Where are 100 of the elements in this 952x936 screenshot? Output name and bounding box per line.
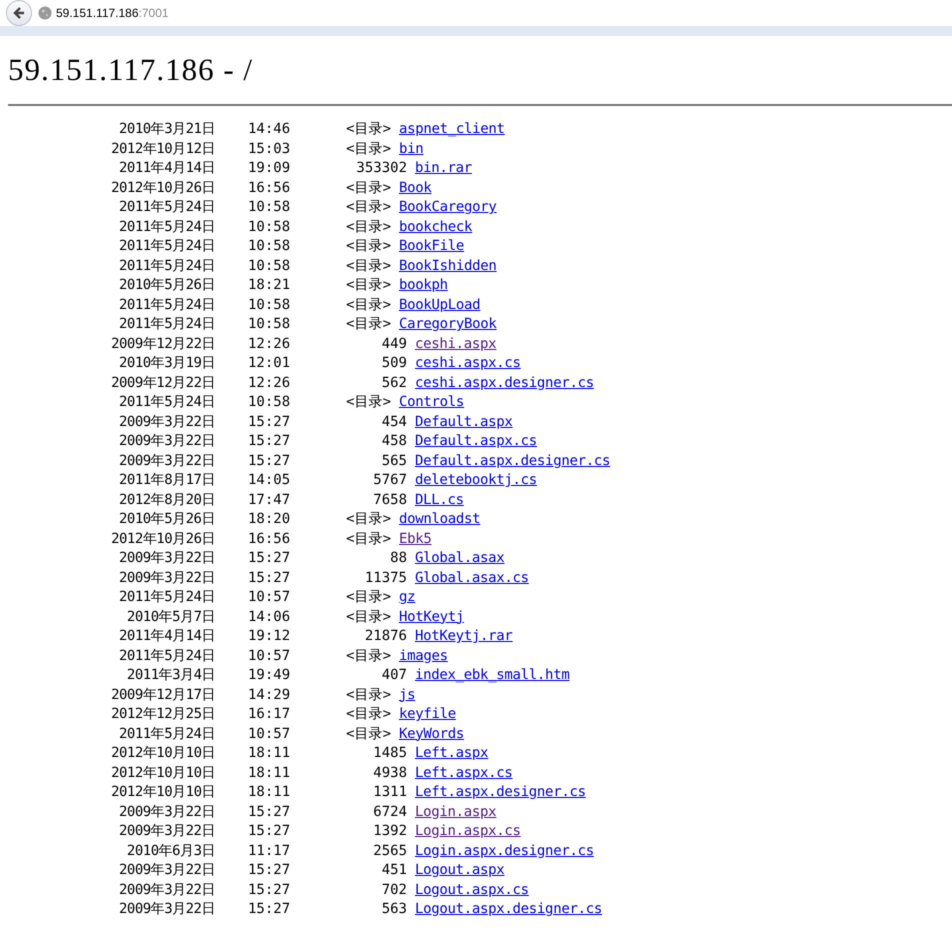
file-link[interactable]: Left.aspx	[415, 744, 488, 764]
date-text: 2010年5月26日	[118, 276, 215, 295]
file-link[interactable]: deletebooktj.cs	[415, 471, 537, 490]
time-text: 14:29	[248, 686, 288, 704]
date-text: 2012年12月25日	[110, 705, 215, 724]
file-link[interactable]: js	[399, 686, 416, 705]
file-link[interactable]: DLL.cs	[415, 490, 464, 510]
date-text: 2011年3月4日	[126, 666, 215, 685]
directory-tag: <目录>	[346, 510, 391, 530]
file-link[interactable]: BookUpLoad	[399, 296, 480, 315]
file-link[interactable]: Login.aspx.cs	[415, 822, 521, 842]
file-link[interactable]: Default.aspx	[415, 412, 513, 432]
date-text: 2009年3月22日	[118, 802, 215, 822]
date-text: 2011年8月17日	[118, 471, 215, 490]
file-link[interactable]: HotKeytj	[399, 608, 464, 627]
date-text: 2011年5月24日	[118, 198, 215, 217]
file-size-text: 1485	[373, 744, 407, 763]
directory-tag: <目录>	[346, 276, 391, 296]
directory-tag: <目录>	[346, 686, 391, 705]
file-link[interactable]: Login.aspx	[415, 802, 496, 822]
file-link[interactable]: Logout.aspx	[415, 861, 504, 880]
time-text: 18:20	[248, 510, 288, 529]
file-link[interactable]: Ebk5	[399, 530, 432, 549]
file-size-text: 449	[382, 334, 407, 354]
date-text: 2011年4月14日	[118, 159, 215, 178]
back-button[interactable]	[6, 0, 32, 26]
time-text: 10:57	[248, 724, 288, 744]
file-size-text: 7658	[373, 490, 407, 510]
date-text: 2012年10月26日	[110, 530, 215, 548]
directory-tag: <目录>	[346, 296, 391, 315]
date-text: 2012年10月26日	[110, 178, 215, 198]
file-link[interactable]: Default.aspx.cs	[415, 432, 537, 452]
file-size-text: 353302	[356, 159, 407, 178]
date-text: 2012年10月12日	[110, 140, 215, 158]
file-size-text: 565	[382, 452, 407, 470]
file-link[interactable]: keyfile	[399, 705, 456, 724]
file-link[interactable]: Logout.aspx.designer.cs	[415, 900, 602, 920]
file-link[interactable]: ceshi.aspx.designer.cs	[415, 374, 594, 393]
directory-tag: <目录>	[346, 140, 391, 159]
file-link[interactable]: Controls	[399, 393, 464, 412]
time-text: 17:47	[248, 490, 288, 510]
file-link[interactable]: BookFile	[399, 237, 464, 256]
file-link[interactable]: bookph	[399, 276, 448, 296]
time-text: 10:58	[248, 218, 288, 236]
file-link[interactable]: aspnet_client	[399, 120, 505, 140]
file-link[interactable]: bookcheck	[399, 218, 472, 237]
date-text: 2010年6月3日	[126, 842, 215, 860]
time-text: 19:09	[248, 159, 288, 178]
time-text: 10:58	[248, 256, 288, 276]
file-link[interactable]: BookCaregory	[399, 198, 497, 218]
time-text: 10:58	[248, 198, 288, 217]
date-text: 2011年5月24日	[118, 588, 215, 607]
time-text: 14:46	[248, 120, 288, 139]
file-link[interactable]: Left.aspx.designer.cs	[415, 783, 586, 802]
file-size-text: 509	[382, 354, 407, 373]
file-link[interactable]: Global.asax.cs	[415, 568, 529, 588]
file-size-text: 563	[382, 900, 407, 919]
time-text: 16:56	[248, 178, 288, 198]
file-link[interactable]: Login.aspx.designer.cs	[415, 842, 594, 861]
file-link[interactable]: BookIshidden	[399, 256, 497, 276]
file-link[interactable]: Global.asax	[415, 549, 504, 568]
file-link[interactable]: gz	[399, 588, 416, 608]
file-link[interactable]: bin.rar	[415, 159, 472, 178]
time-text: 15:27	[248, 880, 288, 900]
date-text: 2011年5月24日	[118, 393, 215, 412]
file-link[interactable]: index_ebk_small.htm	[415, 666, 570, 686]
file-link[interactable]: Default.aspx.designer.cs	[415, 452, 610, 471]
file-link[interactable]: CaregoryBook	[399, 315, 497, 334]
directory-tag: <目录>	[346, 120, 391, 140]
time-text: 11:17	[248, 842, 288, 860]
file-link[interactable]: Book	[399, 178, 432, 198]
directory-tag: <目录>	[346, 393, 391, 412]
file-size-text: 1311	[373, 783, 407, 802]
time-text: 18:11	[248, 764, 288, 782]
time-text: 12:26	[248, 334, 288, 354]
file-link[interactable]: KeyWords	[399, 724, 464, 744]
file-link[interactable]: downloadst	[399, 510, 480, 530]
file-link[interactable]: Logout.aspx.cs	[415, 880, 529, 900]
file-size-text: 5767	[373, 471, 407, 490]
file-link[interactable]: ceshi.aspx.cs	[415, 354, 521, 374]
file-link[interactable]: bin	[399, 140, 424, 159]
time-text: 18:11	[248, 744, 288, 763]
globe-icon	[38, 6, 52, 20]
file-link[interactable]: Left.aspx.cs	[415, 764, 513, 783]
time-text: 12:26	[248, 374, 288, 392]
date-text: 2009年12月22日	[110, 334, 215, 354]
date-text: 2012年10月10日	[110, 783, 215, 802]
address-field[interactable]: 59.151.117.186:7001	[56, 6, 169, 20]
time-text: 15:27	[248, 568, 288, 588]
file-link[interactable]: HotKeytj.rar	[415, 627, 513, 646]
date-text: 2011年5月24日	[118, 237, 215, 256]
file-link[interactable]: images	[399, 646, 448, 666]
time-text: 15:27	[248, 452, 288, 470]
time-text: 15:27	[248, 549, 288, 568]
time-text: 19:49	[248, 666, 288, 685]
date-text: 2010年3月21日	[118, 120, 215, 139]
time-text: 10:58	[248, 315, 288, 334]
time-text: 15:27	[248, 900, 288, 919]
time-text: 15:27	[248, 432, 288, 451]
file-link[interactable]: ceshi.aspx	[415, 334, 496, 354]
